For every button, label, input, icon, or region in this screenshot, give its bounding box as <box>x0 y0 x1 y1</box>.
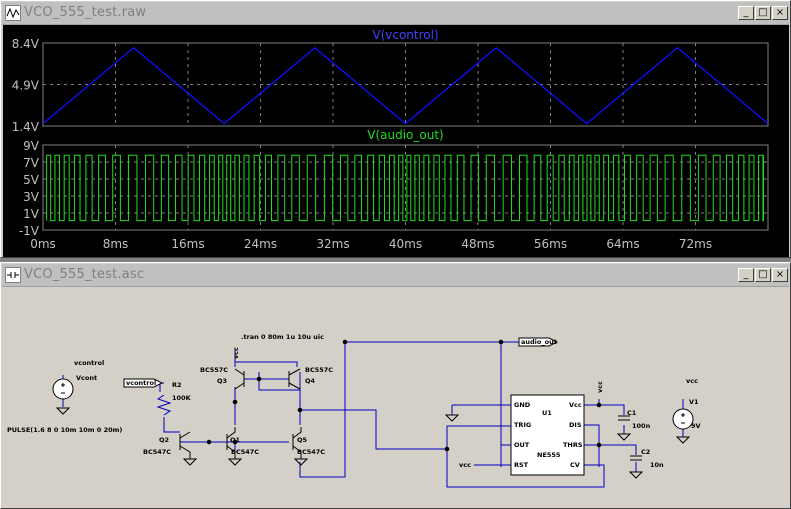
schematic-labels: vcontrol Vcont PULSE(1.6 8 0 10m 10m 0 2… <box>7 333 701 469</box>
label-vcont: Vcont <box>76 374 97 382</box>
label-vcontrol-top: vcontrol <box>74 359 104 367</box>
label-ne555: NE555 <box>537 451 561 459</box>
label-q5: Q5 <box>297 436 308 444</box>
waveform-titlebar[interactable]: VCO_555_test.raw _ □ × <box>2 2 789 25</box>
pin-trig: TRIG <box>514 421 531 429</box>
tick-label-x: 72ms <box>679 237 712 251</box>
components <box>52 337 694 479</box>
tick-label-y: 3V <box>23 190 40 204</box>
tick-label-x: 64ms <box>606 237 639 251</box>
pin-cv: CV <box>570 461 580 469</box>
label-r2: R2 <box>172 381 182 389</box>
label-q3: Q3 <box>217 377 227 385</box>
label-audio-out: audio_out <box>521 338 557 346</box>
tick-label-y: 7V <box>23 156 40 170</box>
schematic-window[interactable]: VCO_555_test.asc _ □ × vcontrol Vcont PU… <box>0 262 791 509</box>
tick-label-y: 4.9V <box>12 79 40 93</box>
tick-label-y: -1V <box>19 224 40 238</box>
source-v1 <box>672 408 694 430</box>
minimize-button[interactable]: _ <box>738 268 754 282</box>
label-r2-val: 100K <box>172 394 192 402</box>
capacitor-c2 <box>630 455 642 461</box>
label-u1: U1 <box>542 409 552 417</box>
tick-label-x: 56ms <box>534 237 567 251</box>
schematic-title: VCO_555_test.asc <box>24 267 145 282</box>
pin-vcc: Vcc <box>569 401 582 409</box>
chart-title-vcontrol: V(vcontrol) <box>372 28 438 42</box>
label-q4-type: BC557C <box>305 366 333 374</box>
waveform-title: VCO_555_test.raw <box>24 5 147 20</box>
pin-dis: DIS <box>569 421 582 429</box>
close-button[interactable]: × <box>772 6 788 20</box>
tick-label-x: 8ms <box>103 237 129 251</box>
tick-label-y: 1V <box>23 207 40 221</box>
transistor-q4 <box>288 368 301 390</box>
wires <box>62 341 684 488</box>
chart-title-audio: V(audio_out) <box>367 128 443 142</box>
tick-label-y: 1.4V <box>12 120 40 134</box>
label-c2-val: 10n <box>650 461 664 469</box>
pin-rst: RST <box>514 461 529 469</box>
label-vcc-c1: vcc <box>596 381 604 393</box>
minimize-button[interactable]: _ <box>738 6 754 20</box>
label-v1: V1 <box>689 398 699 406</box>
schematic-scrollbar[interactable] <box>785 287 789 508</box>
label-q1-type: BC547C <box>231 448 259 456</box>
label-vcc-top: vcc <box>232 347 240 359</box>
maximize-button[interactable]: □ <box>755 6 771 20</box>
tick-label-x: 32ms <box>316 237 349 251</box>
label-vcc-left: vcc <box>459 461 471 469</box>
tick-label-x: 16ms <box>171 237 204 251</box>
label-vcc-v1: vcc <box>686 377 698 385</box>
tick-label-x: 40ms <box>389 237 422 251</box>
tick-label-y: 5V <box>23 173 40 187</box>
tick-label-x: 24ms <box>244 237 277 251</box>
label-v1-val: 9V <box>691 422 701 430</box>
label-q5-type: BC547C <box>297 448 325 456</box>
source-vcont <box>52 378 74 400</box>
label-c2: C2 <box>641 448 650 456</box>
label-c1: C1 <box>627 409 637 417</box>
schematic-canvas[interactable]: vcontrol Vcont PULSE(1.6 8 0 10m 10m 0 2… <box>4 287 785 508</box>
label-tran: .tran 0 80m 1u 10u uic <box>241 333 324 341</box>
pin-gnd: GND <box>514 401 531 409</box>
label-vcontrol-flag: vcontrol <box>126 379 156 387</box>
transistor-q3 <box>234 368 245 390</box>
label-q3-type: BC557C <box>200 366 228 374</box>
close-button[interactable]: × <box>772 268 788 282</box>
label-q2-type: BC547C <box>143 448 171 456</box>
plot-area[interactable]: 8.4V 4.9V 1.4V V(vcontrol) 9V 7V 5V 3V 1V -1V V(au… <box>3 25 789 257</box>
maximize-button[interactable]: □ <box>755 268 771 282</box>
schematic-icon <box>5 267 21 283</box>
label-q1: Q1 <box>230 436 241 444</box>
tick-label-y: 8.4V <box>12 37 40 51</box>
waveform-window[interactable]: VCO_555_test.raw _ □ × 8.4V 4.9V 1.4V V(vco… <box>0 0 791 258</box>
label-pulse: PULSE(1.6 8 0 10m 10m 0 20m) <box>7 426 122 434</box>
schematic-titlebar[interactable]: VCO_555_test.asc _ □ × <box>2 264 789 287</box>
pin-thrs: THRS <box>563 441 583 449</box>
label-c1-val: 100n <box>632 422 651 430</box>
tick-label-x: 48ms <box>461 237 494 251</box>
tick-label-x: 0ms <box>30 237 56 251</box>
tick-label-y: 9V <box>23 139 40 153</box>
label-q2: Q2 <box>159 436 169 444</box>
plot-canvas[interactable]: 8.4V 4.9V 1.4V V(vcontrol) 9V 7V 5V 3V 1V -1V V(au… <box>3 25 789 257</box>
pin-out: OUT <box>514 441 530 449</box>
waveform-icon <box>5 5 21 21</box>
schematic-drawing[interactable]: vcontrol Vcont PULSE(1.6 8 0 10m 10m 0 2… <box>4 287 785 508</box>
transistor-q2 <box>179 431 191 459</box>
label-q4: Q4 <box>305 377 316 385</box>
